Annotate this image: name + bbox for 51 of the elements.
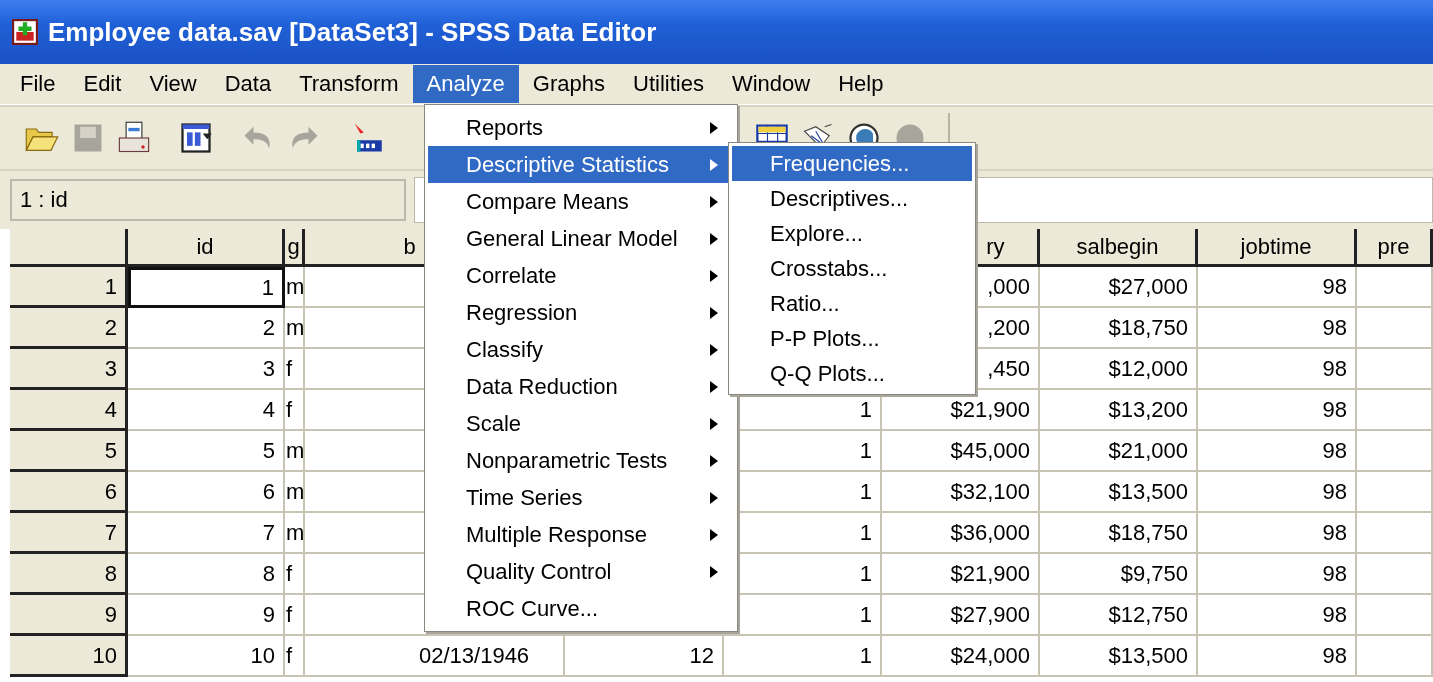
table-cell: 98 [1198,390,1357,431]
table-cell: 8 [128,554,285,595]
table-cell: 6 [128,472,285,513]
table-cell: $13,500 [1040,636,1198,677]
table-cell: $13,200 [1040,390,1198,431]
table-cell: f [285,636,305,677]
table-cell: 02/13/1946 [305,636,565,677]
table-cell: $21,900 [882,554,1040,595]
table-cell: $9,750 [1040,554,1198,595]
table-cell: 98 [1198,513,1357,554]
table-cell: 98 [1198,554,1357,595]
table-cell: 98 [1198,431,1357,472]
table-cell: 12 [565,636,724,677]
window-title: Employee data.sav [DataSet3] - SPSS Data Editor [48,16,657,48]
table-cell: $13,500 [1040,472,1198,513]
table-cell: f [285,554,305,595]
table-cell: 98 [1198,595,1357,636]
table-cell: 3 [128,349,285,390]
table-cell: 10 [128,636,285,677]
table-cell: m [285,308,305,349]
table-cell: 98 [1198,636,1357,677]
table-cell: 98 [1198,267,1357,308]
table-cell: 9 [128,595,285,636]
cell-reference: 1 : id [10,179,406,221]
table-cell: f [285,390,305,431]
table-cell: f [285,595,305,636]
table-cell: 1 [128,267,285,308]
table-cell: $27,000 [1040,267,1198,308]
table-cell: 7 [128,513,285,554]
table-cell: $24,000 [882,636,1040,677]
table-cell: $27,900 [882,595,1040,636]
table-cell: $32,100 [882,472,1040,513]
table-cell: $18,750 [1040,513,1198,554]
table-cell: $12,750 [1040,595,1198,636]
table-cell: 5 [128,431,285,472]
table-cell: m [285,472,305,513]
table-cell: 1 [724,636,882,677]
table-cell: m [285,513,305,554]
table-cell: $45,000 [882,431,1040,472]
table-cell: 2 [128,308,285,349]
table-cell: $18,750 [1040,308,1198,349]
table-cell: $36,000 [882,513,1040,554]
table-cell: $12,000 [1040,349,1198,390]
table-cell: m [285,431,305,472]
table-cell: 4 [128,390,285,431]
table-cell: 98 [1198,349,1357,390]
table-cell: 98 [1198,472,1357,513]
table-cell: f [285,349,305,390]
table-cell: 98 [1198,308,1357,349]
table-cell: m [285,267,305,308]
table-cell: $21,000 [1040,431,1198,472]
